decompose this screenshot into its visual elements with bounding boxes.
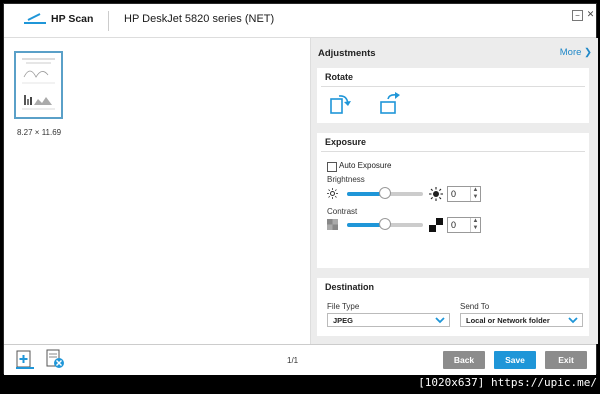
brightness-stepper-arrows[interactable]: ▲ ▼ [470,187,480,201]
page-counter: 1/1 [287,356,299,365]
contrast-label: Contrast [327,207,358,216]
rotate-right-icon[interactable] [377,92,403,118]
title-separator [108,11,109,31]
destination-panel: Destination File Type JPEG Send To Local… [317,278,589,336]
exposure-panel: Exposure Auto Exposure Brightness 0 ▲ ▼ … [317,133,589,268]
save-button[interactable]: Save [494,351,536,369]
chevron-down-icon [568,317,578,324]
send-to-label: Send To [460,302,490,311]
title-bar: HP Scan HP DeskJet 5820 series (NET) − ✕ [4,4,596,36]
rotate-panel: Rotate [317,68,589,123]
brightness-low-icon [327,188,338,199]
contrast-slider[interactable] [347,218,423,230]
adjustments-title: Adjustments [318,48,376,59]
file-type-value: JPEG [333,316,354,325]
exit-button[interactable]: Exit [545,351,587,369]
destination-title: Destination [325,282,375,292]
footer-bar: 1/1 Back Save Exit [4,345,596,375]
brightness-high-icon [429,187,443,201]
watermark-text: [1020x637] https://upic.me/ [418,376,597,389]
hp-scan-window: HP Scan HP DeskJet 5820 series (NET) − ✕… [3,3,598,375]
rotate-left-icon[interactable] [327,92,353,118]
page-thumbnail[interactable] [14,51,63,119]
brightness-label: Brightness [327,175,365,184]
chevron-down-icon [435,317,445,324]
preview-pane: 8.27 × 11.69 [4,38,310,344]
contrast-value[interactable]: 0 [451,220,456,230]
contrast-stepper[interactable]: 0 ▲ ▼ [447,217,481,233]
back-button[interactable]: Back [443,351,485,369]
minimize-button[interactable]: − [572,10,583,21]
auto-exposure-label: Auto Exposure [339,161,392,170]
file-type-label: File Type [327,302,360,311]
delete-page-icon[interactable] [44,348,66,370]
more-link[interactable]: More ❯ [560,47,592,58]
adjustments-pane: Adjustments More ❯ Rotate Exposure Auto … [310,38,598,344]
hp-scan-logo-icon [24,13,46,24]
thumbnail-preview-icon [22,58,55,110]
contrast-stepper-arrows[interactable]: ▲ ▼ [470,218,480,232]
brightness-value[interactable]: 0 [451,189,456,199]
send-to-value: Local or Network folder [466,316,550,325]
device-name: HP DeskJet 5820 series (NET) [124,13,275,25]
send-to-select[interactable]: Local or Network folder [460,313,583,327]
brightness-stepper[interactable]: 0 ▲ ▼ [447,186,481,202]
brightness-slider-handle[interactable] [379,187,391,199]
contrast-high-icon [429,218,443,232]
contrast-slider-handle[interactable] [379,218,391,230]
panel-divider [321,151,585,152]
auto-exposure-checkbox[interactable] [327,162,337,172]
contrast-low-icon [327,219,338,230]
file-type-select[interactable]: JPEG [327,313,450,327]
app-title: HP Scan [51,13,94,25]
add-page-icon[interactable] [14,348,36,370]
rotate-title: Rotate [325,72,354,82]
panel-divider [321,86,585,87]
exposure-title: Exposure [325,137,367,147]
page-size-label: 8.27 × 11.69 [17,128,62,137]
brightness-slider[interactable] [347,187,423,199]
close-button[interactable]: ✕ [586,10,595,19]
